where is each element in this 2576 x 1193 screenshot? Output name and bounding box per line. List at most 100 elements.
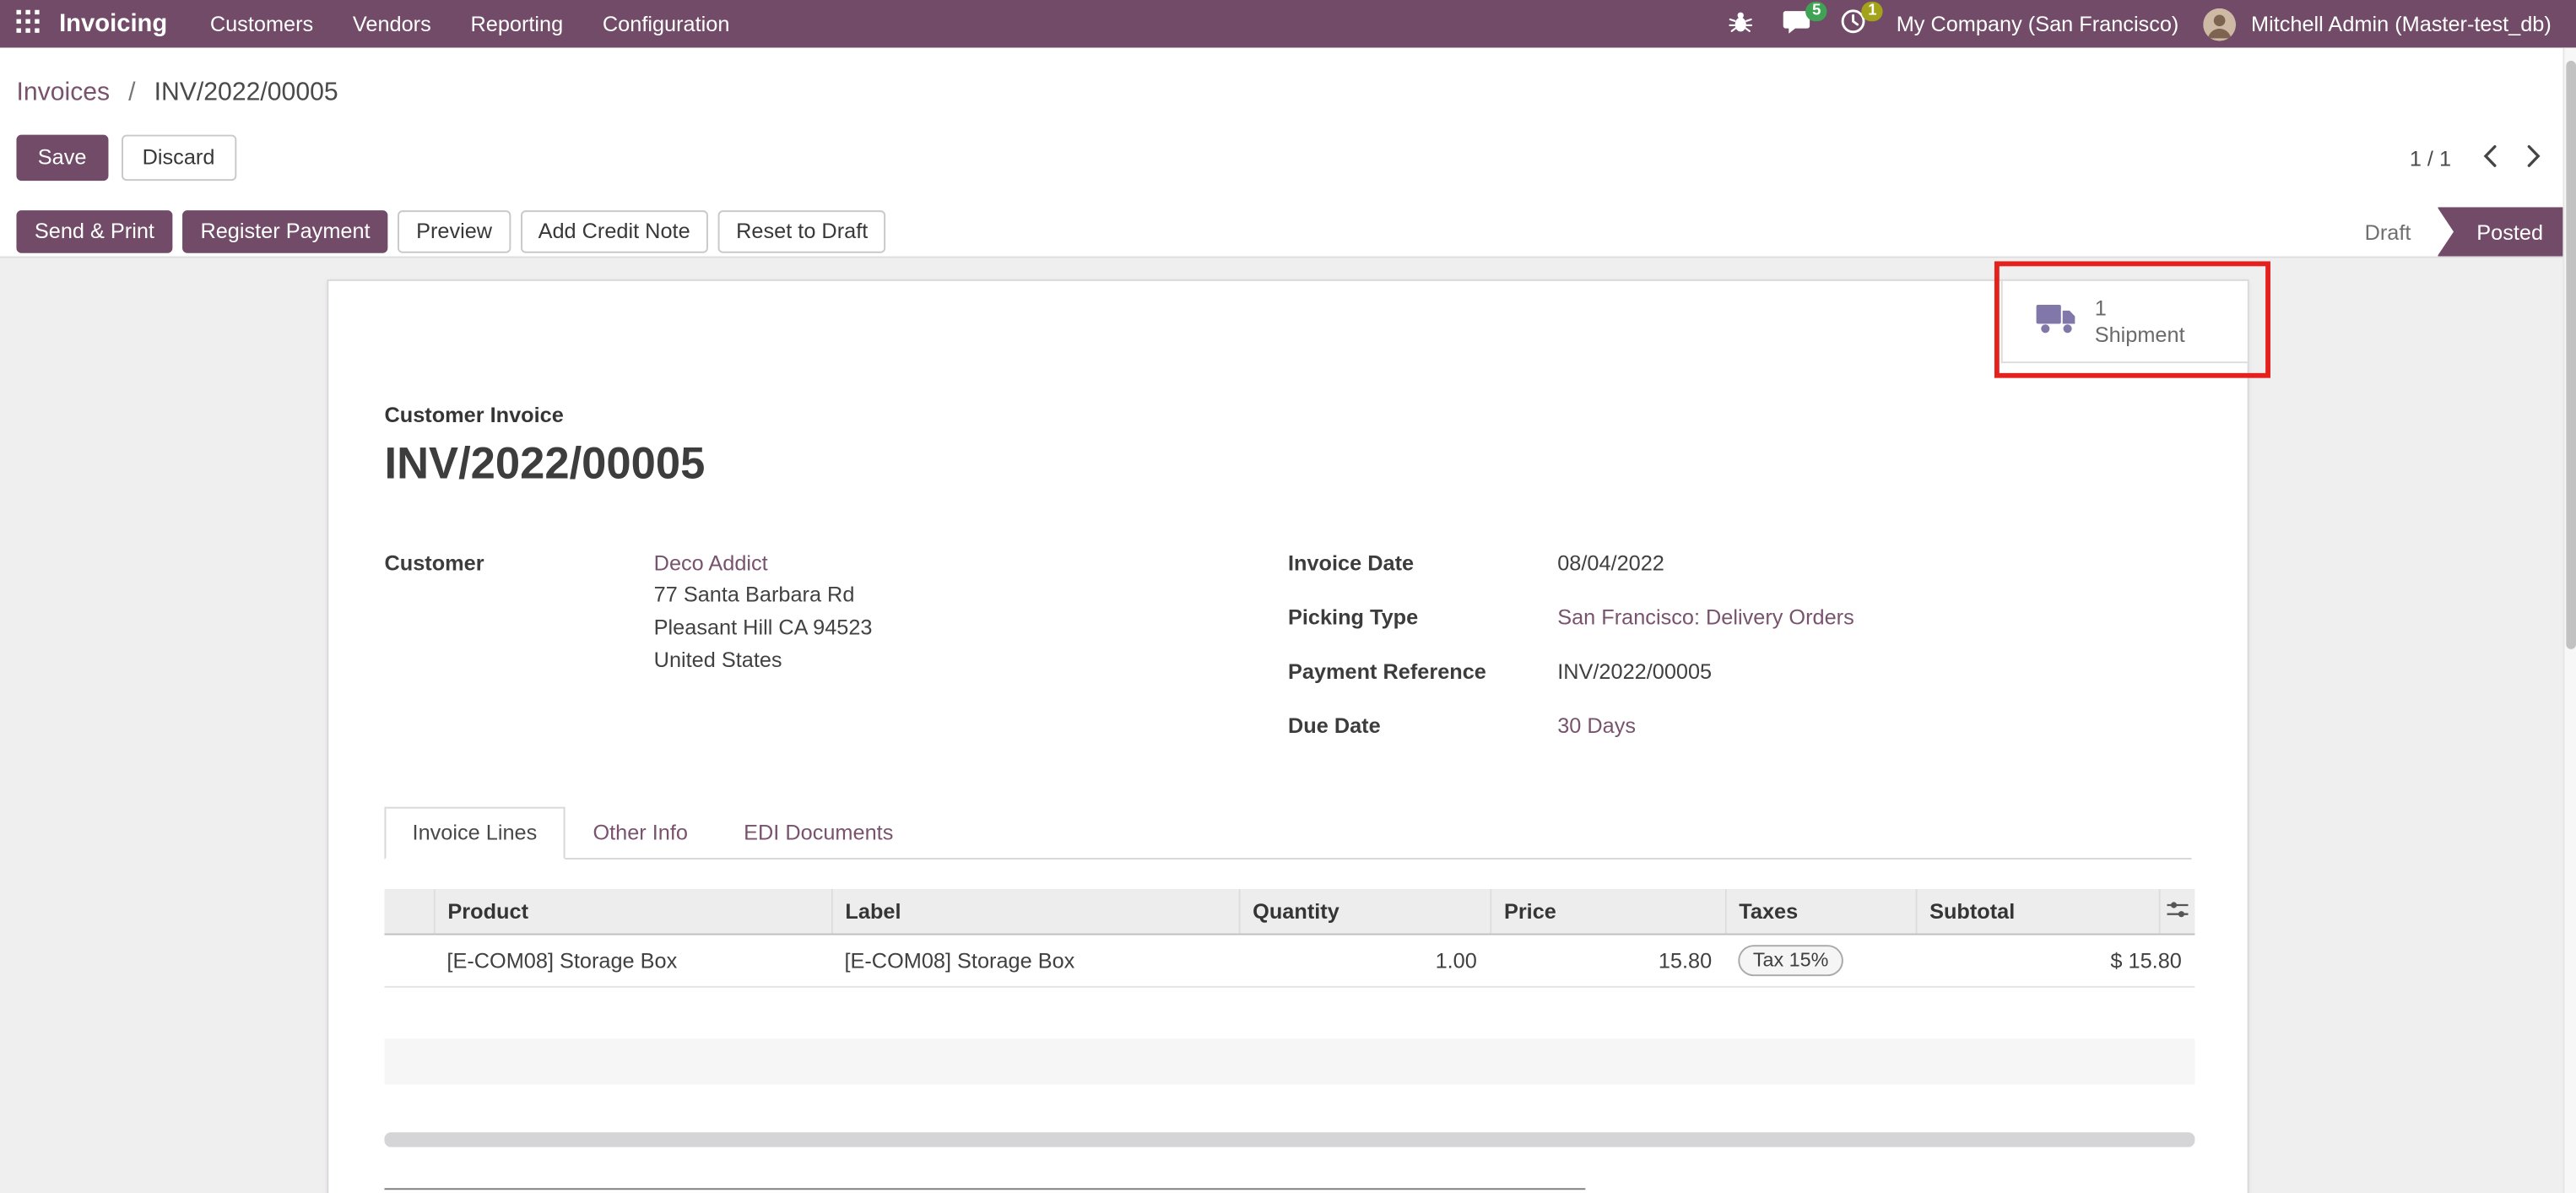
subtotal-cell: $ 15.80 xyxy=(1916,934,2195,986)
address-line: United States xyxy=(654,644,873,677)
apps-grid-icon xyxy=(16,10,39,38)
breadcrumb-invoices-link[interactable]: Invoices xyxy=(16,79,110,106)
tax-tag[interactable]: Tax 15% xyxy=(1738,944,1843,975)
payment-reference-label: Payment Reference xyxy=(1288,658,1557,687)
status-draft[interactable]: Draft xyxy=(2338,207,2437,256)
preview-button[interactable]: Preview xyxy=(398,210,511,253)
payment-reference-value[interactable]: INV/2022/00005 xyxy=(1557,658,1712,687)
customer-group: Customer Deco Addict 77 Santa Barbara Rd… xyxy=(384,549,1288,766)
breadcrumb-current: INV/2022/00005 xyxy=(154,79,338,106)
form-view: 1 Shipment Customer Invoice INV/2022/000… xyxy=(0,258,2576,1193)
invoice-info-group: Invoice Date 08/04/2022 Picking Type San… xyxy=(1288,549,2192,766)
payment-reference-field: Payment Reference INV/2022/00005 xyxy=(1288,658,2192,687)
taxes-column-header[interactable]: Taxes xyxy=(1725,889,1916,934)
invoice-date-value[interactable]: 08/04/2022 xyxy=(1557,549,1664,578)
navbar-systray: 5 1 My Company (San Francisco) xyxy=(1714,0,2567,47)
menu-vendors[interactable]: Vendors xyxy=(333,0,452,47)
apps-menu-button[interactable] xyxy=(0,0,56,47)
invoice-line-row[interactable]: [E-COM08] Storage Box [E-COM08] Storage … xyxy=(384,934,2194,986)
shipment-button-text: 1 Shipment xyxy=(2095,295,2185,347)
invoice-sheet: 1 Shipment Customer Invoice INV/2022/000… xyxy=(327,279,2249,1193)
picking-type-field: Picking Type San Francisco: Delivery Ord… xyxy=(1288,603,2192,632)
customer-link[interactable]: Deco Addict xyxy=(654,550,768,575)
table-header-row: Product Label Quantity Price Taxes Subto… xyxy=(384,889,2194,934)
subtotal-column-header[interactable]: Subtotal xyxy=(1916,889,2159,934)
empty-line-stripe xyxy=(384,1038,2194,1084)
truck-icon xyxy=(2036,302,2079,340)
row-handle-cell xyxy=(384,934,433,986)
shipment-count: 1 xyxy=(2095,295,2185,321)
screen: Invoicing Customers Vendors Reporting Co… xyxy=(0,0,2576,1193)
field-groups: Customer Deco Addict 77 Santa Barbara Rd… xyxy=(384,549,2191,766)
shipment-smart-button[interactable]: 1 Shipment xyxy=(2001,281,2248,363)
taxes-cell: Tax 15% xyxy=(1725,934,1916,986)
chevron-right-icon xyxy=(2527,144,2542,171)
vertical-scrollbar-track[interactable] xyxy=(2562,47,2576,1193)
menu-configuration[interactable]: Configuration xyxy=(583,0,750,47)
customer-label: Customer xyxy=(384,549,653,677)
customer-value: Deco Addict 77 Santa Barbara Rd Pleasant… xyxy=(654,549,873,677)
status-posted[interactable]: Posted xyxy=(2438,207,2576,256)
save-button[interactable]: Save xyxy=(16,135,107,181)
due-date-value[interactable]: 30 Days xyxy=(1557,712,1636,741)
activities-badge: 1 xyxy=(1862,2,1883,21)
reset-to-draft-button[interactable]: Reset to Draft xyxy=(718,210,886,253)
pager-next-button[interactable] xyxy=(2512,140,2557,175)
main-menu: Customers Vendors Reporting Configuratio… xyxy=(190,0,749,47)
quantity-cell[interactable]: 1.00 xyxy=(1239,934,1491,986)
invoice-lines-table: Product Label Quantity Price Taxes Subto… xyxy=(384,889,2194,987)
due-date-label: Due Date xyxy=(1288,712,1557,741)
picking-type-value[interactable]: San Francisco: Delivery Orders xyxy=(1557,603,1854,632)
control-panel: Save Discard 1 / 1 xyxy=(0,135,2576,181)
company-switcher[interactable]: My Company (San Francisco) xyxy=(1881,0,2194,47)
pager-previous-button[interactable] xyxy=(2468,140,2513,175)
document-type-label: Customer Invoice xyxy=(384,403,2191,427)
breadcrumb-separator: / xyxy=(128,79,135,106)
activities-button[interactable]: 1 xyxy=(1826,0,1881,47)
messages-button[interactable]: 5 xyxy=(1768,0,1826,47)
invoice-date-label: Invoice Date xyxy=(1288,549,1557,578)
label-cell[interactable]: [E-COM08] Storage Box xyxy=(831,934,1239,986)
add-credit-note-button[interactable]: Add Credit Note xyxy=(520,210,708,253)
bug-icon xyxy=(1729,9,1753,39)
register-payment-button[interactable]: Register Payment xyxy=(182,210,388,253)
handle-column-header xyxy=(384,889,433,934)
pager-value: 1 / 1 xyxy=(2410,145,2451,170)
vertical-scrollbar-thumb[interactable] xyxy=(2566,61,2576,649)
statusbar: Send & Print Register Payment Preview Ad… xyxy=(0,207,2576,258)
notebook-tabs: Invoice Lines Other Info EDI Documents xyxy=(384,805,2191,860)
menu-customers[interactable]: Customers xyxy=(190,0,333,47)
price-column-header[interactable]: Price xyxy=(1490,889,1724,934)
debug-mode-button[interactable] xyxy=(1714,0,1768,47)
label-column-header[interactable]: Label xyxy=(831,889,1239,934)
tab-edi-documents[interactable]: EDI Documents xyxy=(716,807,921,860)
address-line: 77 Santa Barbara Rd xyxy=(654,578,873,611)
discard-button[interactable]: Discard xyxy=(121,135,235,181)
shipment-label: Shipment xyxy=(2095,322,2185,348)
quantity-column-header[interactable]: Quantity xyxy=(1239,889,1491,934)
product-cell[interactable]: [E-COM08] Storage Box xyxy=(434,934,831,986)
sliders-icon xyxy=(2167,898,2188,923)
chevron-left-icon xyxy=(2482,144,2498,171)
user-menu[interactable]: Mitchell Admin (Master-test_db) xyxy=(2237,0,2567,47)
optional-columns-button[interactable] xyxy=(2159,889,2195,934)
menu-reporting[interactable]: Reporting xyxy=(451,0,582,47)
tab-other-info[interactable]: Other Info xyxy=(565,807,716,860)
breadcrumb: Invoices / INV/2022/00005 xyxy=(0,47,2576,115)
horizontal-scrollbar[interactable] xyxy=(384,1131,2194,1147)
user-avatar[interactable] xyxy=(2204,8,2237,41)
invoice-date-field: Invoice Date 08/04/2022 xyxy=(1288,549,2192,578)
app-name[interactable]: Invoicing xyxy=(59,10,167,38)
terms-input-border xyxy=(384,1187,1585,1189)
status-pipeline: Draft Posted xyxy=(2338,207,2576,256)
picking-type-label: Picking Type xyxy=(1288,603,1557,632)
price-cell[interactable]: 15.80 xyxy=(1490,934,1724,986)
pager: 1 / 1 xyxy=(2410,140,2557,175)
send-print-button[interactable]: Send & Print xyxy=(16,210,172,253)
top-navbar: Invoicing Customers Vendors Reporting Co… xyxy=(0,0,2576,47)
tab-invoice-lines[interactable]: Invoice Lines xyxy=(384,807,565,860)
address-line: Pleasant Hill CA 94523 xyxy=(654,611,873,644)
product-column-header[interactable]: Product xyxy=(434,889,831,934)
invoice-number-title: INV/2022/00005 xyxy=(384,437,2191,490)
customer-field: Customer Deco Addict 77 Santa Barbara Rd… xyxy=(384,549,1288,677)
